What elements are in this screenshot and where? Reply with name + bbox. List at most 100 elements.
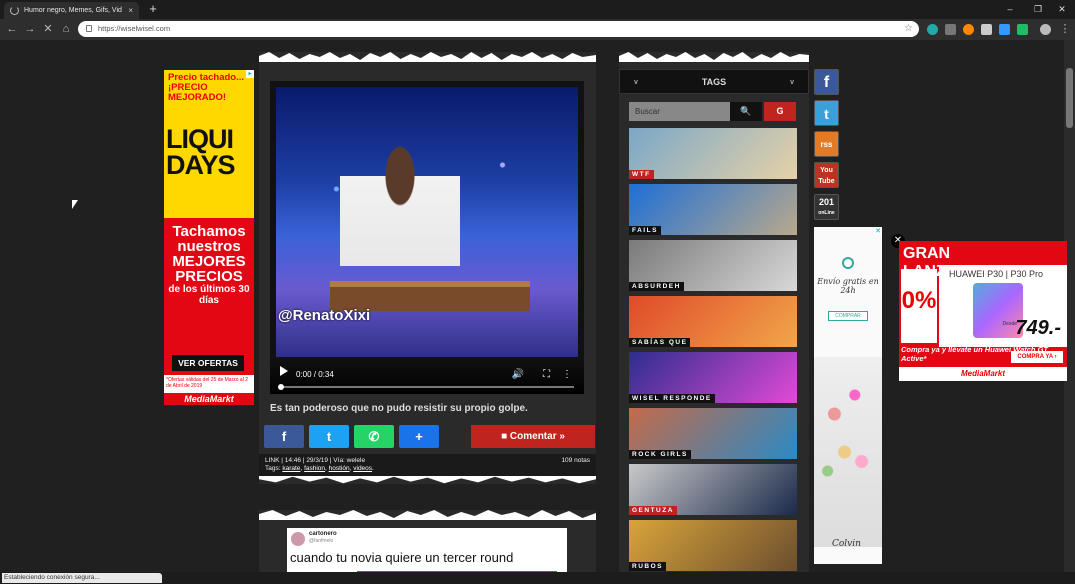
back-arrow-icon[interactable]: ← <box>5 22 19 36</box>
tag-card-label: ROCK GIRLS <box>629 450 691 459</box>
play-icon[interactable] <box>280 366 288 376</box>
right-banner-ad[interactable]: GRAN LANZAMIENTO HUAWEI P30 | P30 Pro De… <box>899 241 1067 381</box>
twitter-share-button[interactable]: t <box>309 425 349 448</box>
tag-card-label: WISEL RESPONDE <box>629 394 715 403</box>
google-search-button[interactable]: G <box>764 102 796 121</box>
forward-arrow-icon[interactable]: → <box>23 22 37 36</box>
youtube-icon[interactable]: You Tube <box>814 162 839 188</box>
search-button[interactable]: 🔍 <box>730 102 762 121</box>
whatsapp-share-button[interactable]: ✆ <box>354 425 394 448</box>
avatar <box>291 532 305 546</box>
video-time: 0:00 / 0:34 <box>296 370 334 379</box>
ad-brand-text: LIQUI DAYS <box>166 124 236 180</box>
ad-buy-button[interactable]: COMPRAR <box>828 311 868 321</box>
tab-title: Humor negro, Memes, Gifs, Vid <box>24 7 122 14</box>
scrollbar-thumb[interactable] <box>1066 68 1073 128</box>
flowers-image <box>814 357 882 547</box>
brand-logo-icon <box>842 257 854 269</box>
ad-top-text: Precio tachado... ¡PRECIO MEJORADO! <box>168 72 245 103</box>
browser-tab[interactable]: Humor negro, Memes, Gifs, Vid × <box>4 2 139 19</box>
ad-cta-button[interactable]: VER OFERTAS <box>172 355 244 371</box>
tag-card-wtf[interactable]: WTF <box>629 128 797 179</box>
tweet-handle: @fanfmelo <box>309 538 334 544</box>
stop-icon[interactable]: ✕ <box>41 22 55 36</box>
rss-icon[interactable]: rss <box>814 131 839 157</box>
tag-card-label: ABSURDEH <box>629 282 684 291</box>
video-player[interactable]: @RenatoXixi 0:00 / 0:34 🔊 ⛶ ⋮ <box>270 81 584 394</box>
search-input[interactable]: Buscar <box>629 102 730 121</box>
minimize-button[interactable]: – <box>1000 2 1020 16</box>
vertical-ad[interactable]: ✕ Envío gratis en 24h COMPRAR Colvin <box>814 227 882 564</box>
comment-button[interactable]: ■ Comentar » <box>471 425 595 448</box>
extension-icon[interactable] <box>945 24 956 35</box>
twitter-icon[interactable]: t <box>814 100 839 126</box>
ad-badge: 0% <box>901 269 937 343</box>
left-banner-ad[interactable]: Precio tachado... ¡PRECIO MEJORADO! LIQU… <box>164 70 254 405</box>
facebook-share-button[interactable]: f <box>264 425 304 448</box>
comment-label: Comentar » <box>509 431 565 442</box>
maximize-button[interactable]: ❐ <box>1028 2 1048 16</box>
tag-card-wisel-responde[interactable]: WISEL RESPONDE <box>629 352 797 403</box>
post-meta-line: LINK | 14:46 | 29/3/19 | Vía: welele <box>265 457 366 464</box>
post-card: @RenatoXixi 0:00 / 0:34 🔊 ⛶ ⋮ Es tan pod… <box>259 52 596 484</box>
extension-icon[interactable] <box>981 24 992 35</box>
tag-link[interactable]: karate <box>282 465 300 472</box>
ad-close-icon[interactable]: ✕ <box>874 227 882 235</box>
facebook-icon[interactable]: f <box>814 69 839 95</box>
tweet-user: cartonero <box>309 531 337 537</box>
more-options-icon[interactable]: ⋮ <box>562 369 572 380</box>
mouse-cursor-icon <box>72 200 78 209</box>
tags-title: TAGS <box>701 77 727 87</box>
video-watermark: @RenatoXixi <box>278 307 371 324</box>
loading-spinner-icon <box>10 6 19 15</box>
torn-paper-edge <box>619 52 809 62</box>
tag-card-rubos[interactable]: RUBOS <box>629 520 797 571</box>
ad-text: Envío gratis en 24h <box>817 277 879 295</box>
tag-card-absurdeh[interactable]: ABSURDEH <box>629 240 797 291</box>
tag-card-label: WTF <box>629 170 654 179</box>
tag-card-rock-girls[interactable]: ROCK GIRLS <box>629 408 797 459</box>
address-bar[interactable]: https://wiselwisel.com ☆ <box>78 21 919 37</box>
post-meta: LINK | 14:46 | 29/3/19 | Vía: welele Tag… <box>259 454 596 476</box>
tags-label: Tags: <box>265 465 281 472</box>
new-tab-button[interactable]: + <box>146 2 160 16</box>
lock-icon <box>86 25 92 32</box>
tweet-text: cuando tu novia quiere un tercer round <box>290 550 514 565</box>
ad-info-icon[interactable]: ▸ <box>246 70 254 78</box>
tab-bar <box>0 0 1075 19</box>
fullscreen-icon[interactable]: ⛶ <box>543 369 550 380</box>
ad-cta-button[interactable]: COMPRA YA › <box>1011 351 1063 363</box>
volume-icon[interactable]: 🔊 <box>512 369 524 380</box>
more-share-button[interactable]: + <box>399 425 439 448</box>
url-text: https://wiselwisel.com <box>98 24 171 33</box>
video-progress-bar[interactable] <box>278 384 574 390</box>
online-count: 201 <box>818 197 835 207</box>
tag-card-gentuza[interactable]: GENTUZA <box>629 464 797 515</box>
tag-link[interactable]: videos <box>353 465 372 472</box>
browser-toolbar: ← → ✕ ⌂ https://wiselwisel.com ☆ ⋮ <box>0 19 1075 40</box>
chevron-down-icon: v <box>634 79 638 86</box>
post-tags: Tags: karate, fashion, hostión, videos. <box>265 465 374 472</box>
mediamarkt-logo: MediaMarkt <box>899 367 1067 381</box>
tag-card-label: SABÍAS QUE <box>629 338 691 347</box>
extension-icon[interactable] <box>1017 24 1028 35</box>
extension-icon[interactable] <box>927 24 938 35</box>
tag-card-sabias-que[interactable]: SABÍAS QUE <box>629 296 797 347</box>
torn-paper-bottom <box>259 476 596 484</box>
tag-link[interactable]: fashion <box>304 465 325 472</box>
menu-kebab-icon[interactable]: ⋮ <box>1058 22 1072 36</box>
notes-count[interactable]: 109 notas <box>561 457 590 465</box>
profile-avatar-icon[interactable] <box>1040 24 1051 35</box>
tag-card-fails[interactable]: FAILS <box>629 184 797 235</box>
tags-header[interactable]: v TAGS v <box>619 69 809 94</box>
progress-knob[interactable] <box>278 384 284 390</box>
extension-icon[interactable] <box>963 24 974 35</box>
tab-close-icon[interactable]: × <box>128 2 133 19</box>
extension-icon[interactable] <box>999 24 1010 35</box>
tag-link[interactable]: hostión <box>329 465 350 472</box>
online-label: onLine <box>818 210 835 216</box>
home-icon[interactable]: ⌂ <box>59 22 73 36</box>
close-window-button[interactable]: ✕ <box>1052 2 1072 16</box>
ad-sub-text: de los últimos 30 días <box>168 284 250 306</box>
bookmark-star-icon[interactable]: ☆ <box>904 21 913 37</box>
